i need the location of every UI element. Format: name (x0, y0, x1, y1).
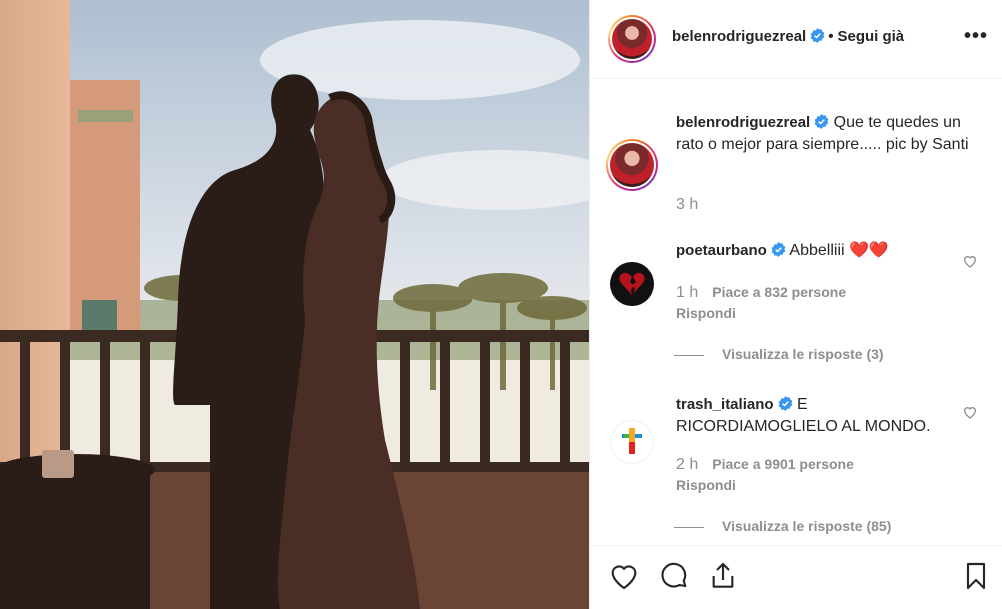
more-options-icon[interactable]: ••• (964, 26, 988, 46)
share-icon[interactable] (707, 560, 739, 592)
comment-likes[interactable]: Piace a 832 persone (712, 284, 846, 300)
broken-heart-icon (619, 272, 645, 295)
comment-meta: 1 h Piace a 832 persone (676, 284, 846, 302)
verified-badge-icon (778, 396, 792, 411)
caption-text-block: belenrodriguezreal Que te quedes un rato… (676, 112, 986, 156)
verified-badge-icon (810, 28, 825, 43)
header-separator: • (828, 28, 834, 45)
view-replies-button[interactable]: Visualizza le risposte (3) (674, 346, 884, 362)
like-comment-heart-icon[interactable] (962, 253, 978, 269)
commenter-username[interactable]: poetaurbano (676, 242, 767, 259)
post-action-bar (590, 545, 1002, 609)
comments-list: belenrodriguezreal Que te quedes un rato… (590, 80, 1002, 545)
author-avatar[interactable] (608, 15, 656, 63)
comment-icon[interactable] (658, 560, 690, 592)
verified-badge-icon (771, 242, 786, 257)
avatar-image (610, 143, 654, 187)
view-replies-label: Visualizza le risposte (3) (722, 346, 884, 362)
reply-button[interactable]: Rispondi (676, 477, 736, 493)
reply-button[interactable]: Rispondi (676, 305, 736, 321)
post-side-panel: belenrodriguezreal • Segui già ••• belenro… (589, 0, 1002, 609)
bookmark-icon[interactable] (960, 560, 992, 592)
comment-text: Abbelliii ❤️❤️ (789, 242, 889, 259)
photo-illustration (0, 0, 589, 609)
following-button[interactable]: Segui già (837, 28, 904, 45)
commenter-avatar[interactable] (610, 262, 654, 306)
comment-text-block: poetaurbano Abbelliii ❤️❤️ (676, 240, 946, 262)
view-replies-label: Visualizza le risposte (85) (722, 518, 892, 534)
header-user-line: belenrodriguezreal • Segui già (672, 28, 904, 45)
comment-likes[interactable]: Piace a 9901 persone (712, 456, 854, 472)
view-replies-button[interactable]: Visualizza le risposte (85) (674, 518, 891, 534)
avatar-image (612, 19, 652, 59)
instagram-post-modal: belenrodriguezreal • Segui già ••• belenro… (0, 0, 1002, 609)
commenter-username[interactable]: trash_italiano (676, 396, 774, 413)
replies-divider (674, 526, 704, 528)
post-photo[interactable] (0, 0, 589, 609)
heart-icon[interactable] (608, 560, 640, 592)
caption-username[interactable]: belenrodriguezreal (676, 114, 810, 131)
comment-meta: 2 h Piace a 9901 persone (676, 456, 854, 474)
comment-time[interactable]: 1 h (676, 284, 698, 301)
like-comment-heart-icon[interactable] (962, 404, 978, 420)
caption-author-avatar[interactable] (606, 139, 658, 191)
verified-badge-icon (814, 114, 829, 129)
replies-divider (674, 354, 704, 356)
commenter-avatar[interactable] (610, 420, 654, 464)
comment-time[interactable]: 2 h (676, 456, 698, 473)
author-username[interactable]: belenrodriguezreal (672, 28, 806, 45)
tv-cross-logo-icon (622, 428, 642, 454)
comment-text-block: trash_italiano E RICORDIAMOGLIELO AL MON… (676, 394, 946, 438)
post-header: belenrodriguezreal • Segui già ••• (590, 0, 1002, 79)
caption-timestamp[interactable]: 3 h (676, 196, 698, 214)
